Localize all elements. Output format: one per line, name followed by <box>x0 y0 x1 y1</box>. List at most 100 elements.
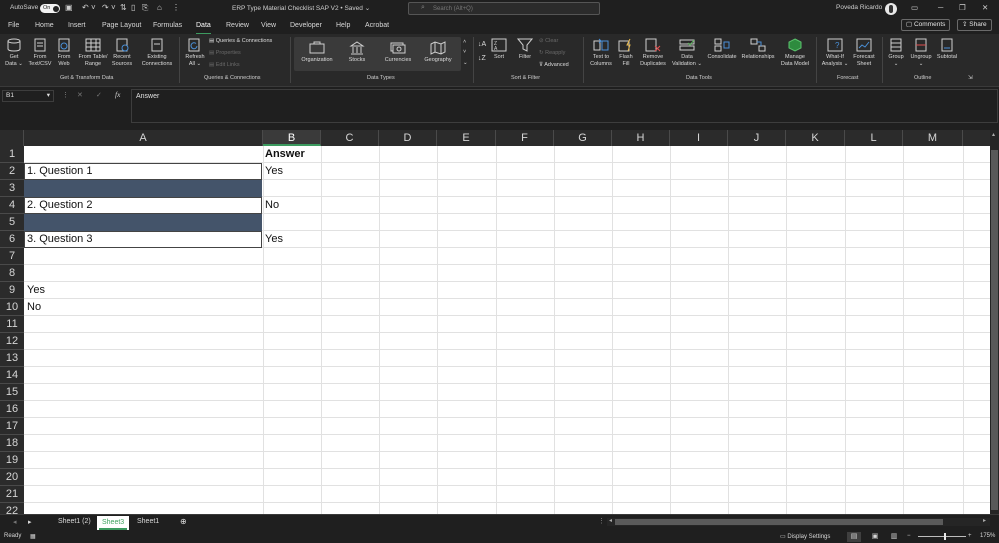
accessibility-icon[interactable]: ▦ <box>30 533 36 540</box>
row-header[interactable]: 9 <box>0 282 24 299</box>
row-header[interactable]: 17 <box>0 418 24 435</box>
row-header[interactable]: 4 <box>0 197 24 214</box>
sheet-scroll-left-icon[interactable]: ◂ <box>13 518 17 526</box>
row-header[interactable]: 21 <box>0 486 24 503</box>
select-all-corner[interactable] <box>0 130 24 146</box>
add-sheet-icon[interactable]: ⊕ <box>180 517 187 526</box>
flash-fill-button[interactable]: Flash Fill <box>617 38 635 67</box>
undo-dropdown-icon[interactable]: ˅ <box>91 3 96 12</box>
column-header-k[interactable]: K <box>786 130 845 146</box>
tab-file[interactable]: File <box>8 22 19 29</box>
column-header-g[interactable]: G <box>554 130 612 146</box>
tab-developer[interactable]: Developer <box>290 22 322 29</box>
worksheet-grid[interactable]: Answer 1. Question 1 Yes 2. Question 2 N… <box>24 146 990 514</box>
close-icon[interactable]: ✕ <box>982 3 988 12</box>
row-header[interactable]: 20 <box>0 469 24 486</box>
organization-button[interactable]: Organization <box>298 41 336 64</box>
data-validation-button[interactable]: Data Validation ⌄ <box>670 38 704 67</box>
data-types-scroll-up-icon[interactable]: ˄ <box>463 39 466 45</box>
share-button[interactable]: ⇪ Share <box>957 19 992 31</box>
row-header[interactable]: 19 <box>0 452 24 469</box>
zoom-slider-knob[interactable] <box>944 533 946 540</box>
outline-dialog-launcher-icon[interactable]: ⇲ <box>968 75 973 81</box>
row-header[interactable]: 7 <box>0 248 24 265</box>
remove-duplicates-button[interactable]: Remove Duplicates <box>638 38 668 67</box>
sheet-scroll-right-icon[interactable]: ▸ <box>28 518 32 526</box>
document-title[interactable]: ERP Type Material Checklist SAP V2 • Sav… <box>232 4 370 12</box>
undo-icon[interactable]: ↶ <box>82 3 89 12</box>
zoom-in-icon[interactable]: + <box>968 533 972 539</box>
cell-b4[interactable]: No <box>265 197 279 214</box>
tab-split-handle-icon[interactable]: ⋮ <box>598 517 605 525</box>
row-header[interactable]: 14 <box>0 367 24 384</box>
horizontal-scroll-thumb[interactable] <box>615 519 943 525</box>
tab-formulas[interactable]: Formulas <box>153 22 182 29</box>
sort-z-to-a-icon[interactable]: ↓Z <box>478 55 486 62</box>
tab-home[interactable]: Home <box>35 22 54 29</box>
column-header-c[interactable]: C <box>321 130 379 146</box>
group-button[interactable]: Group ⌄ <box>885 38 907 67</box>
row-header[interactable]: 11 <box>0 316 24 333</box>
ungroup-button[interactable]: Ungroup ⌄ <box>907 38 935 67</box>
queries-connections-button[interactable]: ▤ Queries & Connections <box>209 38 272 44</box>
row-header[interactable]: 2 <box>0 163 24 180</box>
cell-a9[interactable]: Yes <box>27 282 45 299</box>
cell-a2[interactable]: 1. Question 1 <box>27 163 92 180</box>
column-header-l[interactable]: L <box>845 130 903 146</box>
row-header[interactable]: 3 <box>0 180 24 197</box>
sheet-tab-sheet1[interactable]: Sheet1 <box>137 518 159 525</box>
insert-function-icon[interactable]: fx <box>115 90 120 99</box>
minimize-icon[interactable]: ─ <box>938 3 943 12</box>
zoom-out-icon[interactable]: − <box>907 533 911 539</box>
column-header-e[interactable]: E <box>437 130 496 146</box>
ribbon-display-options-icon[interactable]: ▭ <box>911 3 918 12</box>
column-header-f[interactable]: F <box>496 130 554 146</box>
advanced-filter-button[interactable]: ⊽ Advanced <box>539 62 569 68</box>
existing-connections-button[interactable]: Existing Connections <box>139 38 175 67</box>
column-header-j[interactable]: J <box>728 130 786 146</box>
confirm-entry-icon[interactable]: ✓ <box>96 91 102 99</box>
row-header[interactable]: 8 <box>0 265 24 282</box>
redo-icon[interactable]: ↷ <box>102 3 109 12</box>
cell-b6[interactable]: Yes <box>265 231 283 248</box>
row-header[interactable]: 6 <box>0 231 24 248</box>
consolidate-button[interactable]: Consolidate <box>705 38 739 61</box>
row-header[interactable]: 18 <box>0 435 24 452</box>
recent-sources-button[interactable]: Recent Sources <box>110 38 134 67</box>
sheet-tab-sheet1-2[interactable]: Sheet1 (2) <box>58 518 91 525</box>
tab-insert[interactable]: Insert <box>68 22 86 29</box>
column-header-d[interactable]: D <box>379 130 437 146</box>
touch-mode-icon[interactable]: ⎘ <box>142 3 148 13</box>
tab-acrobat[interactable]: Acrobat <box>365 22 389 29</box>
get-data-button[interactable]: Get Data ⌄ <box>5 38 23 67</box>
search-box[interactable]: ⌕ Search (Alt+Q) <box>408 2 600 15</box>
save-icon[interactable]: ▣ <box>65 3 73 12</box>
reapply-button[interactable]: ↻ Reapply <box>539 50 565 56</box>
from-table-range-button[interactable]: From Table/ Range <box>76 38 110 67</box>
column-header-h[interactable]: H <box>612 130 670 146</box>
text-to-columns-button[interactable]: Text to Columns <box>587 38 615 67</box>
cell-a6[interactable]: 3. Question 3 <box>27 231 92 248</box>
sort-button[interactable]: ZA Sort <box>490 38 508 61</box>
vertical-scroll-thumb[interactable] <box>991 150 998 510</box>
forecast-sheet-button[interactable]: Forecast Sheet <box>851 38 877 67</box>
sheet-tab-sheet3[interactable]: Sheet3 <box>97 516 130 530</box>
column-header-b[interactable]: B <box>263 130 321 146</box>
new-file-icon[interactable]: ▯ <box>131 3 135 12</box>
manage-data-model-button[interactable]: Manage Data Model <box>778 38 812 67</box>
cell-a4[interactable]: 2. Question 2 <box>27 197 92 214</box>
more-options-icon[interactable]: ⋮ <box>62 91 69 99</box>
tab-view[interactable]: View <box>261 22 276 29</box>
row-header[interactable]: 1 <box>0 146 24 163</box>
from-text-csv-button[interactable]: From Text/CSV <box>26 38 54 67</box>
row-header[interactable]: 5 <box>0 214 24 231</box>
formula-input[interactable]: Answer <box>131 89 998 123</box>
row-header[interactable]: 16 <box>0 401 24 418</box>
row-header[interactable]: 12 <box>0 333 24 350</box>
tab-review[interactable]: Review <box>226 22 249 29</box>
scroll-up-arrow-icon[interactable]: ▴ <box>992 131 995 138</box>
sort-ascending-qa-icon[interactable]: ⇅ <box>120 3 127 12</box>
zoom-level[interactable]: 175% <box>980 533 995 539</box>
filter-button[interactable]: Filter <box>516 38 534 61</box>
geography-button[interactable]: Geography <box>421 41 455 64</box>
